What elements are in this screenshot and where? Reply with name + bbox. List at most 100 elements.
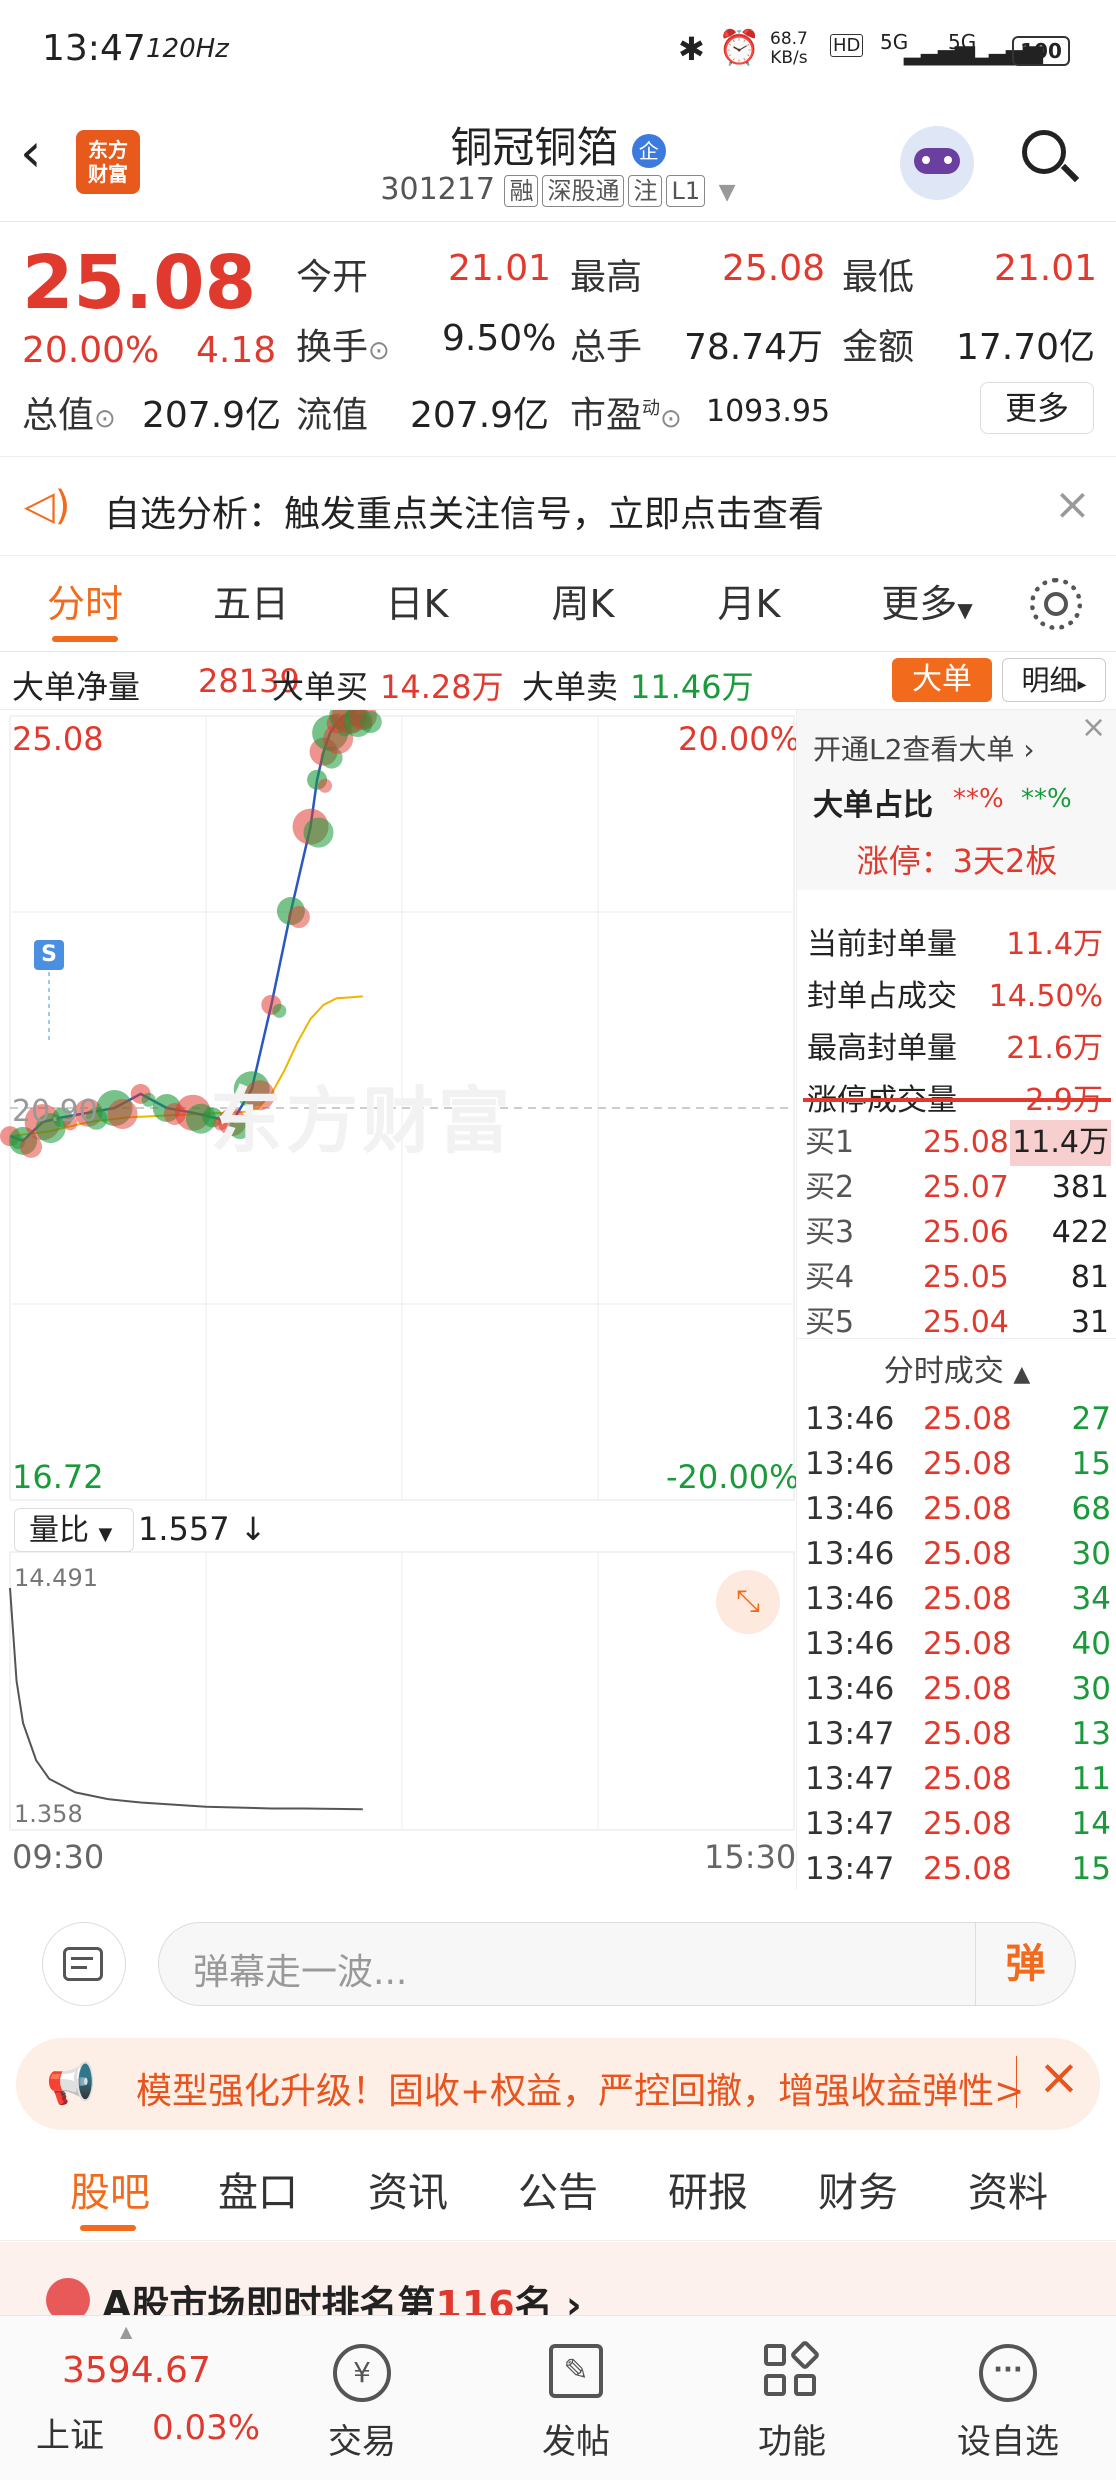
tab-monthly-k[interactable]: 月K bbox=[684, 556, 814, 652]
open-l2-link[interactable]: 开通L2查看大单 › bbox=[813, 728, 1035, 768]
tick-price: 25.08 bbox=[923, 1446, 1012, 1482]
nav-post[interactable]: ✎ 发帖 bbox=[496, 2316, 656, 2480]
volume-ratio-select[interactable]: 量比 ▼ bbox=[14, 1508, 134, 1552]
float-value: 207.9亿 bbox=[410, 395, 550, 436]
bid-row[interactable]: 买2 25.07 381 bbox=[797, 1165, 1116, 1211]
notice-text: 自选分析：触发重点关注信号，立即点击查看 bbox=[104, 494, 825, 535]
bid-price: 25.04 bbox=[923, 1305, 1009, 1340]
close-icon[interactable]: × bbox=[1038, 2048, 1080, 2106]
tick-volume: 15 bbox=[1071, 1851, 1111, 1887]
bid-label: 买4 bbox=[805, 1260, 855, 1295]
tick-time: 13:46 bbox=[805, 1581, 895, 1617]
tick-row: 13:46 25.08 40 bbox=[797, 1621, 1116, 1667]
grid-icon bbox=[764, 2339, 821, 2400]
intraday-chart-svg bbox=[0, 710, 795, 1831]
net-label: 大单净量 bbox=[12, 668, 141, 706]
tick-time: 13:47 bbox=[805, 1806, 895, 1842]
high-label: 最高 bbox=[570, 257, 643, 298]
tab-profile[interactable]: 资料 bbox=[938, 2145, 1078, 2241]
bid-volume: 11.4万 bbox=[1010, 1120, 1111, 1166]
detail-button[interactable]: 明细▸ bbox=[1002, 658, 1106, 702]
net-speed: 68.7 KB/s bbox=[770, 29, 808, 68]
last-price: 25.08 bbox=[22, 240, 257, 326]
rank-icon bbox=[46, 2278, 90, 2318]
vr-min-label: 1.358 bbox=[14, 1800, 83, 1828]
info-icon[interactable]: ⊙ bbox=[660, 404, 682, 434]
tab-more[interactable]: 更多▼ bbox=[862, 556, 992, 652]
tag-margin: 融 bbox=[504, 175, 539, 207]
info-icon[interactable]: ⊙ bbox=[94, 404, 116, 434]
bid-volume: 381 bbox=[1051, 1170, 1109, 1205]
tab-indicator bbox=[52, 636, 118, 642]
search-icon[interactable] bbox=[1020, 128, 1080, 184]
time-start-label: 09:30 bbox=[12, 1838, 105, 1876]
nav-functions[interactable]: 功能 bbox=[712, 2316, 872, 2480]
tick-volume: 27 bbox=[1071, 1401, 1111, 1437]
open-value: 21.01 bbox=[448, 248, 552, 289]
chevron-down-icon: ▼ bbox=[957, 598, 973, 622]
rank-row[interactable]: A股市场即时排名第116名 › bbox=[0, 2242, 1116, 2318]
alarm-icon: ⏰ bbox=[718, 28, 761, 68]
big-ratio-buy: **% bbox=[953, 784, 1004, 814]
tab-weekly-k[interactable]: 周K bbox=[518, 556, 648, 652]
ad-banner[interactable]: 📢 模型强化升级！固收+权益，严控回撤，增强收益弹性> × bbox=[16, 2038, 1100, 2130]
index-ticker[interactable]: ▲ 3594.67 上证 0.03% bbox=[0, 2316, 260, 2480]
tick-time: 13:47 bbox=[805, 1851, 895, 1887]
tick-time: 13:46 bbox=[805, 1491, 895, 1527]
danmu-input[interactable]: 弹幕走一波... 弹 bbox=[158, 1922, 1076, 2006]
tick-volume: 13 bbox=[1071, 1716, 1111, 1752]
signal-marker[interactable]: S bbox=[34, 940, 64, 970]
big-order-bar: 大单净量 28139 大单买 14.28万 大单卖 11.46万 大单 明细▸ bbox=[0, 652, 1116, 710]
tag-reg: 注 bbox=[628, 175, 663, 207]
nav-add-watchlist[interactable]: ··· 设自选 bbox=[928, 2316, 1088, 2480]
tick-price: 25.08 bbox=[923, 1851, 1012, 1887]
more-button[interactable]: 更多 bbox=[980, 382, 1094, 434]
danmu-send-button[interactable]: 弹 bbox=[975, 1923, 1075, 2005]
tick-price: 25.08 bbox=[923, 1716, 1012, 1752]
tab-daily-k[interactable]: 日K bbox=[352, 556, 482, 652]
tab-research[interactable]: 研报 bbox=[638, 2145, 778, 2241]
pct-max-label: 20.00% bbox=[678, 720, 801, 758]
notice-bar[interactable]: ◁) 自选分析：触发重点关注信号，立即点击查看 × bbox=[0, 456, 1116, 556]
open-label: 今开 bbox=[296, 257, 369, 298]
tab-five-day[interactable]: 五日 bbox=[186, 556, 316, 652]
ticks-title[interactable]: 分时成交 ▲ bbox=[797, 1346, 1116, 1390]
chevron-down-icon[interactable]: ▼ bbox=[719, 180, 736, 205]
big-ratio-label: 大单占比 bbox=[813, 788, 933, 823]
big-order-button[interactable]: 大单 bbox=[892, 658, 992, 702]
nav-trade[interactable]: ¥ 交易 bbox=[282, 2316, 442, 2480]
close-icon[interactable]: × bbox=[1054, 479, 1091, 530]
robot-avatar-icon[interactable] bbox=[900, 126, 974, 200]
big-buy-value: 14.28万 bbox=[380, 668, 504, 706]
bid-row[interactable]: 买4 25.05 81 bbox=[797, 1255, 1116, 1301]
danmu-settings-icon[interactable] bbox=[42, 1922, 126, 2006]
close-icon[interactable]: × bbox=[1081, 710, 1106, 745]
tick-volume: 40 bbox=[1071, 1626, 1111, 1662]
tick-time: 13:46 bbox=[805, 1401, 895, 1437]
tab-orderbook[interactable]: 盘口 bbox=[188, 2145, 328, 2241]
tab-finance[interactable]: 财务 bbox=[788, 2145, 928, 2241]
tick-volume: 34 bbox=[1071, 1581, 1111, 1617]
bid-row[interactable]: 买5 25.04 31 bbox=[797, 1300, 1116, 1346]
bid-row[interactable]: 买1 25.08 11.4万 bbox=[797, 1120, 1116, 1166]
status-bar: 13:47 120Hz ✱ ⏰ 68.7 KB/s HD 5G ▂▃▄▅ 5G ▂… bbox=[0, 0, 1116, 100]
info-icon[interactable]: ⊙ bbox=[368, 336, 390, 366]
gear-icon[interactable] bbox=[1030, 578, 1082, 630]
bid-row[interactable]: 买3 25.06 422 bbox=[797, 1210, 1116, 1256]
amount-label: 金额 bbox=[842, 327, 915, 368]
tab-indicator bbox=[80, 2225, 136, 2231]
volume-ratio-line bbox=[9, 1587, 363, 1811]
watermark: 东方财富 bbox=[210, 1079, 515, 1163]
bid-label: 买2 bbox=[805, 1170, 855, 1205]
tick-volume: 14 bbox=[1071, 1806, 1111, 1842]
tick-row: 13:46 25.08 27 bbox=[797, 1396, 1116, 1442]
chart-tabs: 分时 五日 日K 周K 月K 更多▼ bbox=[0, 556, 1116, 652]
tab-announcements[interactable]: 公告 bbox=[488, 2145, 628, 2241]
bid-volume: 81 bbox=[1070, 1260, 1109, 1295]
bid-price: 25.08 bbox=[923, 1125, 1009, 1160]
expand-icon[interactable]: ⤡ bbox=[716, 1570, 780, 1634]
edit-icon: ✎ bbox=[549, 2344, 603, 2398]
intraday-chart[interactable]: 东方财富 25.08 20.00% 20.90 16.72 -20.00% S … bbox=[0, 710, 800, 1890]
tab-news[interactable]: 资讯 bbox=[338, 2145, 478, 2241]
prev-close-label: 20.90 bbox=[12, 1094, 98, 1129]
